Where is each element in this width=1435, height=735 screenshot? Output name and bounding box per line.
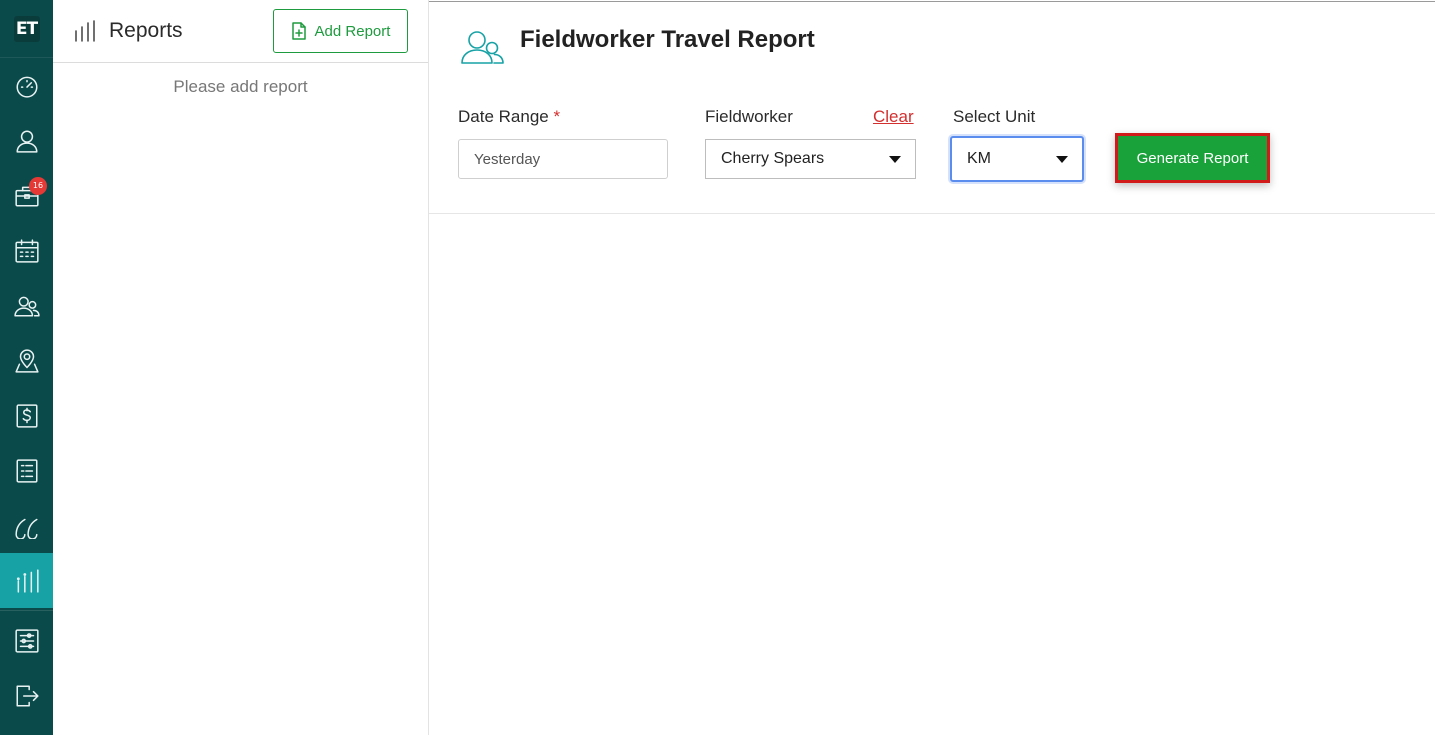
logout-icon xyxy=(15,684,39,707)
page-title: Fieldworker Travel Report xyxy=(520,26,815,53)
sidebar-item-locations[interactable] xyxy=(0,333,53,388)
fieldworker-selected-value: Cherry Spears xyxy=(721,150,825,167)
sidebar-item-billing[interactable] xyxy=(0,388,53,443)
clear-fieldworker-link[interactable]: Clear xyxy=(873,107,914,127)
calendar-icon xyxy=(14,238,39,263)
users-icon xyxy=(13,296,40,317)
sidebar-item-logout[interactable] xyxy=(0,668,53,723)
reports-panel-header: Reports Add Report xyxy=(53,0,428,63)
add-report-button[interactable]: Add Report xyxy=(273,9,408,53)
user-icon xyxy=(15,129,38,153)
main-content: Fieldworker Travel Report Date Range * F… xyxy=(429,0,1435,735)
date-range-input[interactable] xyxy=(458,139,668,179)
add-report-label: Add Report xyxy=(314,22,391,40)
notification-badge: 16 xyxy=(29,177,47,195)
chevron-down-icon xyxy=(1056,156,1068,163)
sliders-icon xyxy=(14,628,39,653)
bar-chart-icon xyxy=(16,568,39,593)
fieldworker-select[interactable]: Cherry Spears xyxy=(705,139,916,179)
reports-title-text: Reports xyxy=(109,19,183,42)
quote-icon xyxy=(14,518,38,539)
chevron-down-icon xyxy=(889,156,901,163)
sidebar-item-settings[interactable] xyxy=(0,613,53,668)
page-header: Fieldworker Travel Report xyxy=(429,2,1435,92)
date-range-label-text: Date Range xyxy=(458,107,549,126)
map-pin-icon xyxy=(14,348,39,373)
gauge-icon xyxy=(15,76,38,98)
logo-text: ET xyxy=(13,15,40,42)
sidebar-item-reports[interactable] xyxy=(0,553,53,608)
sidebar-item-jobs[interactable]: 16 xyxy=(0,168,53,223)
dollar-icon xyxy=(15,403,38,428)
sidebar-item-lists[interactable] xyxy=(0,443,53,498)
required-asterisk: * xyxy=(553,107,561,126)
file-plus-icon xyxy=(291,22,306,40)
sidebar-item-fieldworkers[interactable] xyxy=(0,278,53,333)
sidebar-rail: ET 16 xyxy=(0,0,53,735)
list-icon xyxy=(15,458,38,483)
reports-panel-title: Reports xyxy=(73,19,183,43)
fieldworker-label: Fieldworker xyxy=(705,107,793,126)
unit-select[interactable]: KM xyxy=(950,136,1084,182)
app-logo[interactable]: ET xyxy=(0,0,53,58)
reports-panel: Reports Add Report Please add report xyxy=(53,0,429,735)
date-range-label: Date Range * xyxy=(458,107,560,127)
empty-reports-message: Please add report xyxy=(173,77,308,96)
sidebar-item-profile[interactable] xyxy=(0,113,53,168)
rail-divider xyxy=(0,610,53,611)
sidebar-item-dashboard[interactable] xyxy=(0,58,53,113)
generate-report-button[interactable]: Generate Report xyxy=(1115,133,1270,183)
sidebar-item-calendar[interactable] xyxy=(0,223,53,278)
unit-selected-value: KM xyxy=(967,150,991,167)
report-filters: Date Range * Fieldworker Clear Cherry Sp… xyxy=(429,92,1435,214)
sidebar-item-quotes[interactable] xyxy=(0,498,53,553)
bar-chart-icon xyxy=(75,20,95,42)
users-icon xyxy=(461,31,504,64)
unit-label: Select Unit xyxy=(953,107,1036,126)
